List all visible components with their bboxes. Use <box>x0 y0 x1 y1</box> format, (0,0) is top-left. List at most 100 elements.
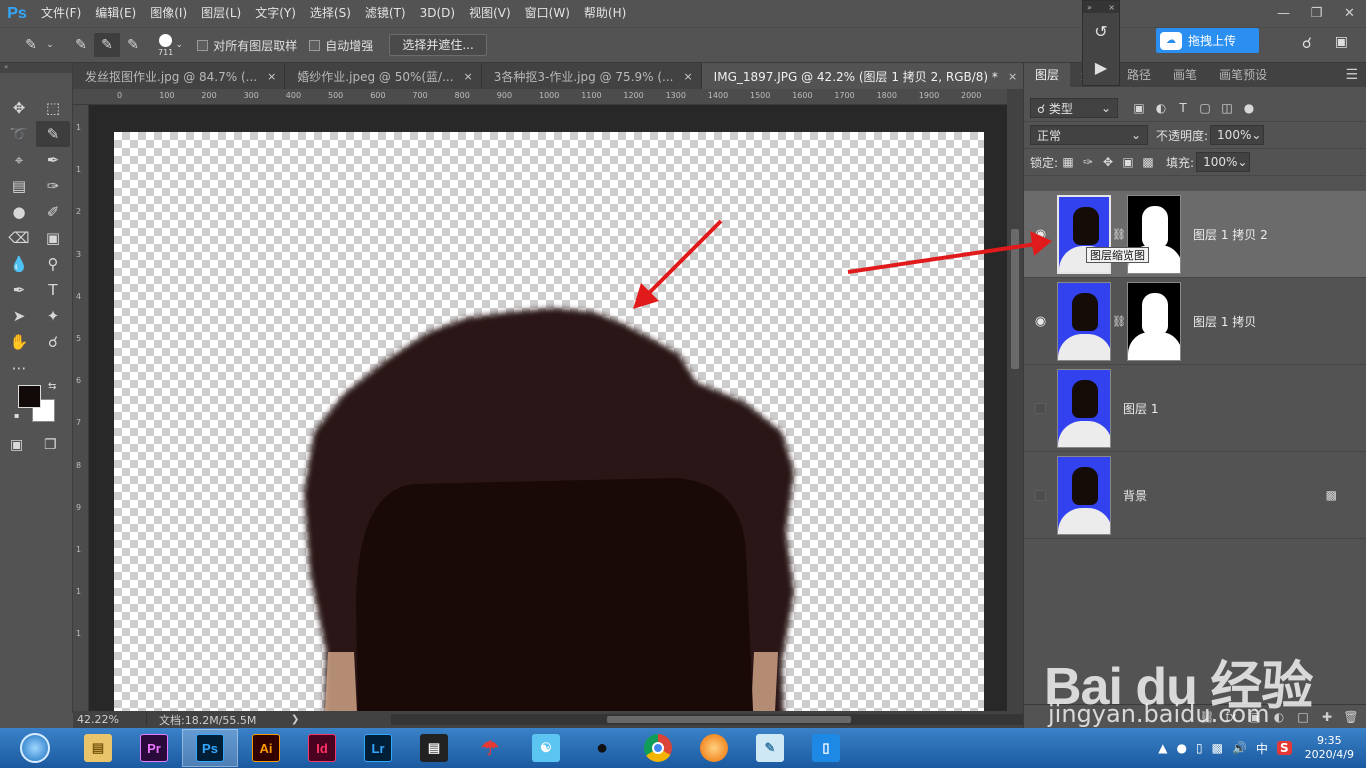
chevron-right-icon[interactable]: ❯ <box>291 714 299 725</box>
add-selection-brush-icon[interactable]: ✎ <box>94 33 120 57</box>
taskbar-qq[interactable]: ● <box>574 729 630 767</box>
new-layer-icon[interactable]: ✚ <box>1319 710 1335 724</box>
ime-indicator[interactable]: 中 <box>1256 740 1268 757</box>
layer-name[interactable]: 背景 <box>1123 487 1147 504</box>
menu-3d[interactable]: 3D(D) <box>413 0 462 27</box>
visibility-toggle[interactable] <box>1035 489 1046 501</box>
volume-icon[interactable]: 🔊 <box>1232 741 1247 755</box>
close-tab-icon[interactable]: × <box>464 70 473 83</box>
taskbar-indesign[interactable]: Id <box>294 729 350 767</box>
toolbox-collapse-icon[interactable]: « <box>0 63 72 73</box>
close-tab-icon[interactable]: × <box>683 70 692 83</box>
vertical-scrollbar[interactable] <box>1007 89 1023 711</box>
horizontal-scrollbar[interactable] <box>391 714 1071 725</box>
path-selection-icon[interactable]: ➤ <box>2 303 36 329</box>
add-mask-icon[interactable]: ▣ <box>1247 710 1263 724</box>
sogou-icon[interactable]: S <box>1276 741 1292 755</box>
sample-all-layers-checkbox[interactable]: 对所有图层取样 <box>197 37 297 54</box>
chevron-down-icon[interactable]: ⌄ <box>173 33 185 57</box>
blend-mode-select[interactable]: 正常 ⌄ <box>1030 125 1148 145</box>
taskbar-chrome[interactable] <box>630 729 686 767</box>
taskbar-app-umbrella[interactable]: ☂ <box>462 729 518 767</box>
menu-select[interactable]: 选择(S) <box>303 0 358 27</box>
type-tool-icon[interactable]: T <box>36 277 70 303</box>
zoom-level[interactable]: 42.22% <box>73 713 147 726</box>
gradient-tool-icon[interactable]: ▣ <box>36 225 70 251</box>
lock-position-icon[interactable]: ✥ <box>1098 155 1118 169</box>
pen-tool-icon[interactable]: ✒ <box>2 277 36 303</box>
taskbar-app-orange[interactable] <box>686 729 742 767</box>
scroll-thumb[interactable] <box>1011 229 1019 369</box>
link-layers-icon[interactable]: ⛓ <box>1199 710 1215 724</box>
lock-transparent-icon[interactable]: ▦ <box>1058 155 1078 169</box>
layer-row[interactable]: ◉ ⛓ 图层 1 拷贝 2 图层缩览图 <box>1024 191 1366 278</box>
scroll-thumb[interactable] <box>607 716 851 723</box>
taskbar-video[interactable]: ▤ <box>406 729 462 767</box>
tab-brush[interactable]: 画笔 <box>1162 63 1208 87</box>
eyedropper-tool-icon[interactable]: ✒ <box>36 147 70 173</box>
layer-mask-thumbnail[interactable] <box>1127 281 1181 361</box>
layer-row[interactable]: 图层 1 <box>1024 365 1366 452</box>
filter-toggle-icon[interactable]: ● <box>1238 101 1260 115</box>
quick-selection-tool-icon[interactable]: ✎ <box>36 121 70 147</box>
pixel-filter-icon[interactable]: ▣ <box>1128 101 1150 115</box>
menu-file[interactable]: 文件(F) <box>34 0 88 27</box>
close-tab-icon[interactable]: × <box>1008 70 1017 83</box>
taskbar-premiere[interactable]: Pr <box>126 729 182 767</box>
drag-upload-button[interactable]: ☁ 拖拽上传 <box>1156 28 1259 53</box>
restore-icon[interactable]: ❐ <box>1300 0 1333 27</box>
taskbar-app-notes[interactable]: ✎ <box>742 729 798 767</box>
select-and-mask-button[interactable]: 选择并遮住... <box>389 34 487 56</box>
play-icon[interactable]: ▶ <box>1083 49 1119 85</box>
screen-mode-icon[interactable]: ❐ <box>44 437 57 453</box>
lock-pixels-icon[interactable]: ✑ <box>1078 155 1098 169</box>
checkbox-box[interactable] <box>309 39 321 51</box>
panel-menu-icon[interactable]: ☰ <box>1345 67 1358 83</box>
network-icon[interactable]: ▩ <box>1212 741 1223 755</box>
link-chain-icon[interactable]: ⛓ <box>1111 315 1127 328</box>
dodge-tool-icon[interactable]: ⚲ <box>36 251 70 277</box>
menu-help[interactable]: 帮助(H) <box>577 0 633 27</box>
new-group-icon[interactable]: □ <box>1295 710 1311 724</box>
new-selection-brush-icon[interactable]: ✎ <box>68 33 94 57</box>
tab-doc-1[interactable]: 发丝抠图作业.jpg @ 84.7% (... × <box>73 63 286 89</box>
tab-doc-2[interactable]: 婚纱作业.jpeg @ 50%(蓝/... × <box>285 63 482 89</box>
zoom-tool-icon[interactable]: ☌ <box>36 329 70 355</box>
link-chain-icon[interactable]: ⛓ <box>1111 228 1127 241</box>
layer-thumbnail[interactable] <box>1057 455 1111 535</box>
auto-enhance-checkbox[interactable]: 自动增强 <box>309 37 373 54</box>
tab-doc-4[interactable]: IMG_1897.JPG @ 42.2% (图层 1 拷贝 2, RGB/8) … <box>701 63 1027 89</box>
layer-name[interactable]: 图层 1 <box>1123 400 1158 417</box>
tab-paths[interactable]: 路径 <box>1116 63 1162 87</box>
clock[interactable]: 9:35 2020/4/9 <box>1305 734 1354 762</box>
menu-type[interactable]: 文字(Y) <box>248 0 303 27</box>
layer-thumbnail[interactable] <box>1057 281 1111 361</box>
layer-thumbnail[interactable] <box>1057 368 1111 448</box>
swap-colors-icon[interactable]: ⇆ <box>48 381 56 392</box>
collapse-icon[interactable]: » <box>1087 3 1092 12</box>
layer-name[interactable]: 图层 1 拷贝 2 <box>1193 226 1268 243</box>
device-icon[interactable]: ▯ <box>1196 741 1203 755</box>
start-button[interactable] <box>0 729 70 767</box>
layer-row[interactable]: 背景 ▩ <box>1024 452 1366 539</box>
layer-style-icon[interactable]: fx <box>1223 710 1239 724</box>
menu-window[interactable]: 窗口(W) <box>518 0 577 27</box>
close-tab-icon[interactable]: × <box>267 70 276 83</box>
brush-size-picker[interactable]: 711 <box>158 33 173 57</box>
shape-tool-icon[interactable]: ✦ <box>36 303 70 329</box>
menu-filter[interactable]: 滤镜(T) <box>358 0 413 27</box>
adjustment-layer-icon[interactable]: ◐ <box>1271 710 1287 724</box>
taskbar-app-phone[interactable]: ▯ <box>798 729 854 767</box>
taskbar-lightroom[interactable]: Lr <box>350 729 406 767</box>
subtract-selection-brush-icon[interactable]: ✎ <box>120 33 146 57</box>
layer-row[interactable]: ◉ ⛓ 图层 1 拷贝 <box>1024 278 1366 365</box>
tab-layers[interactable]: 图层 <box>1024 63 1071 87</box>
qq-tray-icon[interactable]: ● <box>1177 741 1187 755</box>
move-tool-icon[interactable]: ✥ <box>2 95 36 121</box>
eraser-tool-icon[interactable]: ⌫ <box>2 225 36 251</box>
history-brush-icon[interactable]: ✐ <box>36 199 70 225</box>
default-colors-icon[interactable]: ▪ <box>14 411 19 420</box>
tray-expand-icon[interactable]: ▲ <box>1158 741 1167 755</box>
visibility-toggle[interactable] <box>1035 402 1046 414</box>
menu-layer[interactable]: 图层(L) <box>194 0 248 27</box>
